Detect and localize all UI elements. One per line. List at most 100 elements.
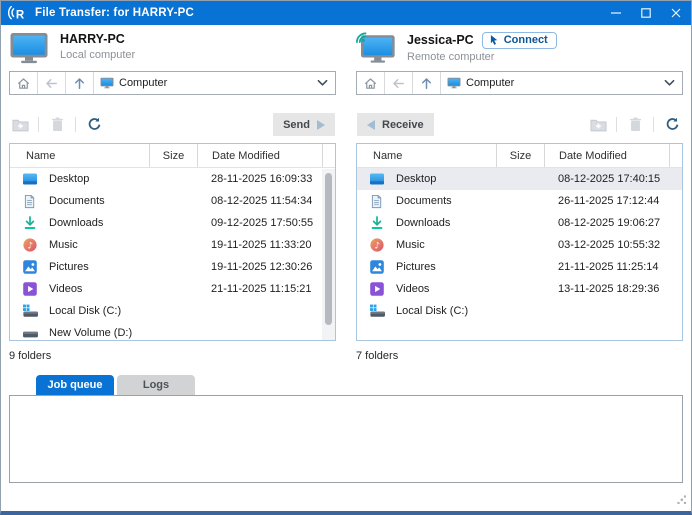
send-triangle-icon <box>317 119 325 130</box>
desktop-icon <box>369 171 386 187</box>
list-item[interactable]: Documents 08-12-2025 11:54:34 <box>10 190 335 212</box>
list-item[interactable]: Desktop 28-11-2025 16:09:33 <box>10 168 335 190</box>
back-arrow-icon <box>44 76 59 91</box>
remote-navigation-bar: Computer <box>356 71 683 95</box>
computer-icon <box>447 77 461 89</box>
documents-icon <box>22 193 39 209</box>
list-item[interactable]: New Volume (D:) <box>10 322 335 341</box>
drive-icon <box>22 325 39 341</box>
local-new-folder-button[interactable] <box>10 116 30 134</box>
scrollbar-thumb[interactable] <box>325 173 332 325</box>
local-delete-button[interactable] <box>47 116 67 134</box>
system-drive-icon <box>22 303 39 319</box>
remote-status-text: 7 folders <box>356 350 399 362</box>
local-refresh-button[interactable] <box>84 116 104 134</box>
list-item-selected[interactable]: Desktop 08-12-2025 17:40:15 <box>357 168 682 190</box>
trash-icon <box>51 117 64 132</box>
tab-logs[interactable]: Logs <box>117 375 195 395</box>
file-name: Videos <box>49 283 83 295</box>
remote-refresh-button[interactable] <box>662 116 682 134</box>
maximize-icon <box>641 8 651 18</box>
connect-label: Connect <box>503 34 548 46</box>
remote-new-folder-button[interactable] <box>588 116 608 134</box>
cursor-icon <box>490 35 499 46</box>
breadcrumb-label: Computer <box>466 77 515 89</box>
chevron-down-icon <box>317 79 328 87</box>
receive-button[interactable]: Receive <box>357 113 434 136</box>
list-item[interactable]: Downloads 08-12-2025 19:06:27 <box>357 212 682 234</box>
remote-computer-name: Jessica-PC <box>407 33 474 47</box>
list-item[interactable]: Videos 21-11-2025 11:15:21 <box>10 278 335 300</box>
column-header-size[interactable]: Size <box>497 144 545 167</box>
home-icon <box>16 76 31 91</box>
column-header-name[interactable]: Name <box>357 144 497 167</box>
music-icon <box>369 237 386 253</box>
file-name: Local Disk (C:) <box>396 305 469 317</box>
vertical-scrollbar[interactable] <box>322 169 335 340</box>
list-item[interactable]: Local Disk (C:) <box>357 300 682 322</box>
file-name: New Volume (D:) <box>49 327 133 339</box>
local-computer-type: Local computer <box>60 49 136 61</box>
local-monitor-icon <box>9 32 49 64</box>
file-name: Videos <box>396 283 430 295</box>
column-header-name[interactable]: Name <box>10 144 150 167</box>
remote-delete-button[interactable] <box>625 116 645 134</box>
remote-computer-type: Remote computer <box>407 51 495 63</box>
new-folder-icon <box>590 118 607 132</box>
computer-icon <box>100 77 114 89</box>
list-item[interactable]: Documents 26-11-2025 17:12:44 <box>357 190 682 212</box>
resize-grip[interactable] <box>677 495 686 504</box>
downloads-icon <box>22 215 39 231</box>
remote-path-dropdown[interactable] <box>656 72 682 94</box>
file-date: 21-11-2025 11:25:14 <box>558 261 659 273</box>
list-item[interactable]: Music 03-12-2025 10:55:32 <box>357 234 682 256</box>
file-date: 08-12-2025 17:40:15 <box>558 173 661 185</box>
close-button[interactable] <box>661 1 691 25</box>
local-breadcrumb[interactable]: Computer <box>94 72 309 94</box>
file-date: 08-12-2025 19:06:27 <box>558 217 661 229</box>
remote-toolbar: Receive <box>356 112 683 137</box>
minimize-button[interactable] <box>601 1 631 25</box>
list-item[interactable]: Downloads 09-12-2025 17:50:55 <box>10 212 335 234</box>
file-transfer-window: File Transfer: for HARRY-PC HARRY-PC Loc… <box>0 0 692 515</box>
window-title: File Transfer: for HARRY-PC <box>35 7 194 19</box>
list-item[interactable]: Pictures 19-11-2025 12:30:26 <box>10 256 335 278</box>
up-button[interactable] <box>66 72 94 94</box>
connect-button[interactable]: Connect <box>481 32 557 49</box>
remote-breadcrumb[interactable]: Computer <box>441 72 656 94</box>
maximize-button[interactable] <box>631 1 661 25</box>
refresh-icon <box>665 117 680 132</box>
list-item[interactable]: Pictures 21-11-2025 11:25:14 <box>357 256 682 278</box>
tab-job-queue[interactable]: Job queue <box>36 375 114 395</box>
column-header-date[interactable]: Date Modified <box>198 144 323 167</box>
send-label: Send <box>283 118 310 131</box>
system-drive-icon <box>369 303 386 319</box>
app-signal-logo-icon <box>8 3 28 23</box>
documents-icon <box>369 193 386 209</box>
column-header-size[interactable]: Size <box>150 144 198 167</box>
list-item[interactable]: Videos 13-11-2025 18:29:36 <box>357 278 682 300</box>
job-queue-panel <box>9 395 683 483</box>
back-button[interactable] <box>38 72 66 94</box>
list-item[interactable]: Local Disk (C:) <box>10 300 335 322</box>
file-date: 28-11-2025 16:09:33 <box>211 173 313 185</box>
local-status-text: 9 folders <box>9 350 52 362</box>
list-item[interactable]: Music 19-11-2025 11:33:20 <box>10 234 335 256</box>
local-computer-header: HARRY-PC Local computer <box>9 31 336 67</box>
desktop-icon <box>22 171 39 187</box>
chevron-down-icon <box>664 79 675 87</box>
column-header-date[interactable]: Date Modified <box>545 144 670 167</box>
new-folder-icon <box>12 118 29 132</box>
pictures-icon <box>369 259 386 275</box>
send-button[interactable]: Send <box>273 113 335 136</box>
home-button[interactable] <box>10 72 38 94</box>
up-button[interactable] <box>413 72 441 94</box>
file-name: Pictures <box>49 261 89 273</box>
music-icon <box>22 237 39 253</box>
back-button[interactable] <box>385 72 413 94</box>
up-arrow-icon <box>419 76 434 91</box>
refresh-icon <box>87 117 102 132</box>
title-bar: File Transfer: for HARRY-PC <box>1 1 691 25</box>
local-path-dropdown[interactable] <box>309 72 335 94</box>
home-button[interactable] <box>357 72 385 94</box>
